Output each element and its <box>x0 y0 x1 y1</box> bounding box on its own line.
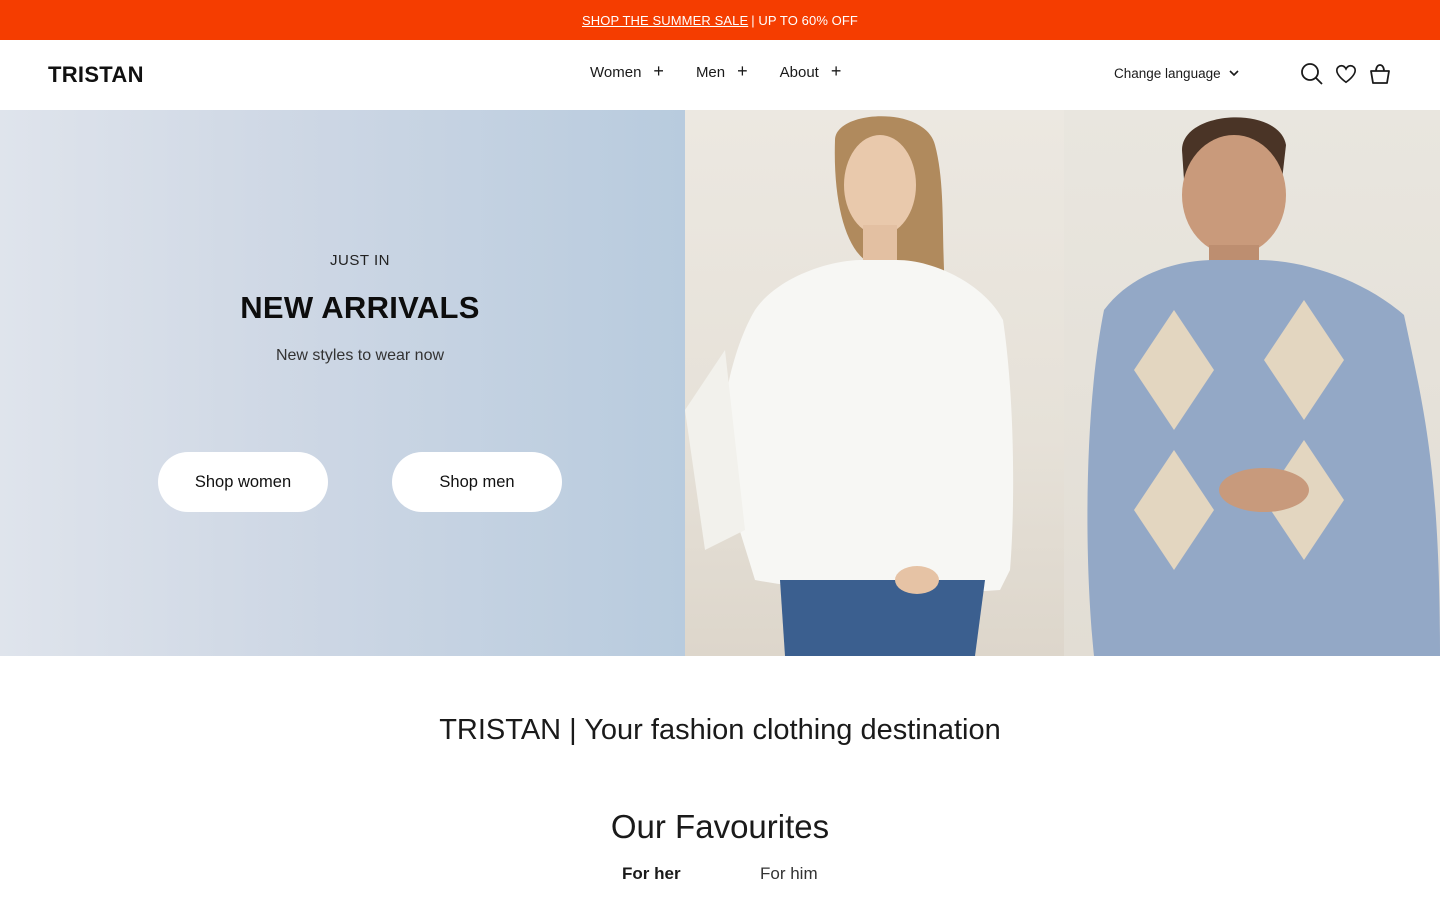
favourites-title: Our Favourites <box>610 808 830 845</box>
nav-label-men: Men <box>695 63 726 81</box>
nav-item-about[interactable]: About + <box>779 62 842 81</box>
site-tagline: TRISTAN | Your fashion clothing destinat… <box>439 714 1001 746</box>
site-header: TRISTAN Women + Men + About + Change lan… <box>0 40 1440 110</box>
logo[interactable]: TRISTAN <box>48 62 144 88</box>
language-label: Change language <box>1114 66 1221 81</box>
men-model-image[interactable] <box>1064 110 1440 656</box>
women-model-image[interactable] <box>685 110 1064 656</box>
nav-label-women: Women <box>590 63 642 81</box>
basket-icon[interactable] <box>1368 62 1392 86</box>
summer-sale-link[interactable]: SHOP THE SUMMER SALE <box>582 13 748 28</box>
hero-text-panel <box>0 110 685 656</box>
shop-women-button[interactable]: Shop women <box>158 452 328 512</box>
shop-men-button[interactable]: Shop men <box>392 452 562 512</box>
hero-subtitle: New styles to wear now <box>275 347 445 364</box>
header-icons <box>1300 62 1402 86</box>
chevron-down-icon <box>1229 70 1239 77</box>
plus-icon[interactable]: + <box>831 62 842 80</box>
nav-item-men[interactable]: Men + <box>695 62 748 81</box>
language-selector[interactable]: Change language <box>1114 66 1239 81</box>
search-icon[interactable] <box>1300 62 1324 86</box>
announcement-text: | UP TO 60% OFF <box>751 12 858 28</box>
announcement-bar: SHOP THE SUMMER SALE | UP TO 60% OFF <box>0 0 1440 40</box>
tab-for-her[interactable]: For her <box>622 864 681 884</box>
hero-eyebrow: JUST IN <box>330 252 390 269</box>
nav-item-women[interactable]: Women + <box>590 62 664 81</box>
main-nav: Women + Men + About + <box>590 62 873 81</box>
nav-label-about: About <box>779 63 819 81</box>
hero-title: NEW ARRIVALS <box>240 290 480 325</box>
tab-for-him[interactable]: For him <box>760 864 818 884</box>
heart-icon[interactable] <box>1334 62 1358 86</box>
plus-icon[interactable]: + <box>737 62 748 80</box>
plus-icon[interactable]: + <box>653 62 664 80</box>
hero-banner: JUST IN NEW ARRIVALS New styles to wear … <box>0 110 1440 656</box>
